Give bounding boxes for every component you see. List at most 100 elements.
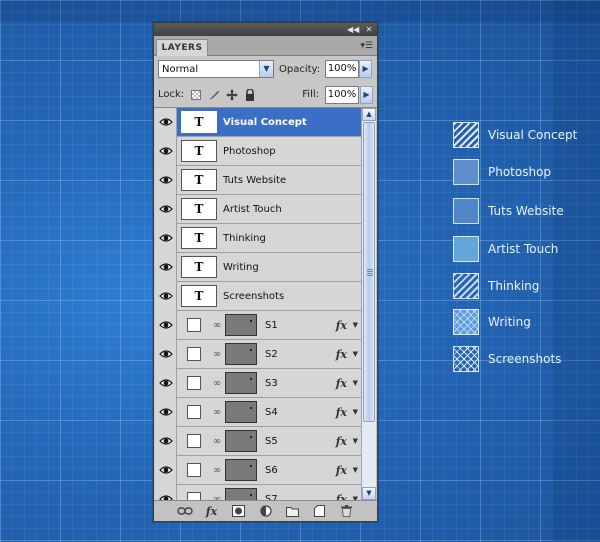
mask-icon[interactable] [231, 503, 247, 519]
layer-row[interactable]: ∞ S3 fx ▼ [155, 368, 361, 398]
legend-item: Photoshop [453, 158, 551, 186]
layer-row[interactable]: T Writing [155, 252, 361, 282]
chain-link-icon[interactable]: ∞ [211, 465, 223, 476]
visibility-eye-icon[interactable] [155, 484, 177, 500]
text-layer-thumbnail: T [181, 256, 217, 278]
visibility-eye-icon[interactable] [155, 108, 177, 137]
layer-row[interactable]: T Artist Touch [155, 194, 361, 224]
scroll-up-button[interactable]: ▲ [362, 108, 376, 121]
layer-row[interactable]: ∞ S4 fx ▼ [155, 397, 361, 427]
layer-row[interactable]: ∞ S2 fx ▼ [155, 339, 361, 369]
opacity-input[interactable]: 100% [325, 60, 360, 78]
visibility-eye-icon[interactable] [155, 281, 177, 311]
fill-input[interactable]: 100% [325, 85, 359, 104]
chain-link-icon[interactable]: ∞ [211, 436, 223, 447]
layer-row[interactable]: T Thinking [155, 223, 361, 253]
layer-list-scrollbar[interactable]: ▲ ▼ [361, 108, 376, 500]
legend-swatch [453, 122, 479, 148]
text-layer-thumbnail: T [181, 111, 217, 133]
visibility-eye-icon[interactable] [155, 368, 177, 398]
layer-row[interactable]: ∞ S6 fx ▼ [155, 455, 361, 485]
layer-row[interactable]: T Tuts Website [155, 165, 361, 195]
collapse-icon[interactable]: ◀◀ [347, 24, 359, 35]
folder-icon[interactable] [285, 503, 301, 519]
fx-badge-icon[interactable]: fx [336, 435, 347, 448]
text-layer-thumbnail: T [181, 169, 217, 191]
shape-thumbnail [225, 488, 257, 500]
layer-row[interactable]: T Visual Concept [155, 108, 361, 137]
layer-row[interactable]: T Screenshots [155, 281, 361, 311]
layer-row[interactable]: ∞ S7 fx ▼ [155, 484, 361, 500]
opacity-label: Opacity: [279, 63, 321, 75]
visibility-eye-icon[interactable] [155, 426, 177, 456]
layer-mask-thumbnail[interactable] [187, 492, 201, 500]
blend-mode-select[interactable]: Normal ▼ [158, 60, 274, 78]
fx-badge-icon[interactable]: fx [336, 464, 347, 477]
lock-brush-icon[interactable] [208, 89, 220, 101]
shape-thumbnail [225, 401, 257, 423]
fx-badge-icon[interactable]: fx [336, 377, 347, 390]
visibility-eye-icon[interactable] [155, 252, 177, 282]
layer-mask-thumbnail[interactable] [187, 347, 201, 361]
fx-badge-icon[interactable]: fx [336, 406, 347, 419]
close-icon[interactable]: ✕ [363, 24, 375, 35]
lock-all-icon[interactable] [244, 88, 256, 101]
tab-layers[interactable]: LAYERS [156, 39, 208, 56]
layer-name: S2 [265, 348, 278, 360]
chain-link-icon[interactable]: ∞ [211, 349, 223, 360]
visibility-eye-icon[interactable] [155, 310, 177, 340]
layer-name: S5 [265, 435, 278, 447]
lock-transparency-icon[interactable] [190, 89, 202, 101]
layer-row[interactable]: T Photoshop [155, 136, 361, 166]
layer-mask-thumbnail[interactable] [187, 463, 201, 477]
visibility-eye-icon[interactable] [155, 136, 177, 166]
layer-row[interactable]: ∞ S1 fx ▼ [155, 310, 361, 340]
new-layer-icon[interactable] [312, 503, 328, 519]
scroll-thumb[interactable] [363, 122, 375, 422]
layer-list: T Visual Concept T Photoshop T Tuts Website T A… [155, 108, 361, 500]
expand-effects-icon[interactable]: ▼ [353, 466, 358, 474]
legend-item: Tuts Website [453, 197, 564, 225]
layer-mask-thumbnail[interactable] [187, 318, 201, 332]
visibility-eye-icon[interactable] [155, 165, 177, 195]
expand-effects-icon[interactable]: ▼ [353, 408, 358, 416]
visibility-eye-icon[interactable] [155, 223, 177, 253]
scroll-down-button[interactable]: ▼ [362, 487, 376, 500]
layer-mask-thumbnail[interactable] [187, 434, 201, 448]
layers-panel: ◀◀ ✕ LAYERS ▾☰ Normal ▼ Opacity: 100% ▶ … [153, 22, 378, 522]
chain-link-icon[interactable]: ∞ [211, 407, 223, 418]
legend-label: Screenshots [488, 352, 562, 366]
adjustment-icon[interactable] [258, 503, 274, 519]
fx-badge-icon[interactable]: fx [336, 348, 347, 361]
layer-name: Photoshop [223, 145, 276, 157]
visibility-eye-icon[interactable] [155, 397, 177, 427]
layer-row[interactable]: ∞ S5 fx ▼ [155, 426, 361, 456]
visibility-eye-icon[interactable] [155, 339, 177, 369]
legend-item: Screenshots [453, 345, 561, 373]
panel-menu-icon[interactable]: ▾☰ [360, 40, 373, 52]
layer-name: S3 [265, 377, 278, 389]
trash-icon[interactable] [339, 503, 355, 519]
blend-row: Normal ▼ Opacity: 100% ▶ [154, 56, 377, 82]
chain-link-icon[interactable]: ∞ [211, 320, 223, 331]
expand-effects-icon[interactable]: ▼ [353, 350, 358, 358]
chevron-down-icon[interactable]: ▼ [259, 61, 273, 77]
expand-effects-icon[interactable]: ▼ [353, 321, 358, 329]
link-icon[interactable] [176, 503, 193, 519]
lock-move-icon[interactable] [226, 88, 239, 101]
legend-swatch [453, 198, 479, 224]
panel-titlebar[interactable]: ◀◀ ✕ [154, 23, 377, 36]
fx-badge-icon[interactable]: fx [336, 493, 347, 500]
fill-slider-button[interactable]: ▶ [360, 85, 373, 104]
legend-label: Tuts Website [488, 204, 564, 218]
fx-badge-icon[interactable]: fx [336, 319, 347, 332]
layer-mask-thumbnail[interactable] [187, 376, 201, 390]
opacity-slider-button[interactable]: ▶ [359, 60, 373, 78]
expand-effects-icon[interactable]: ▼ [353, 437, 358, 445]
layer-mask-thumbnail[interactable] [187, 405, 201, 419]
chain-link-icon[interactable]: ∞ [211, 378, 223, 389]
fx-icon[interactable]: fx [204, 503, 220, 519]
visibility-eye-icon[interactable] [155, 455, 177, 485]
expand-effects-icon[interactable]: ▼ [353, 379, 358, 387]
visibility-eye-icon[interactable] [155, 194, 177, 224]
